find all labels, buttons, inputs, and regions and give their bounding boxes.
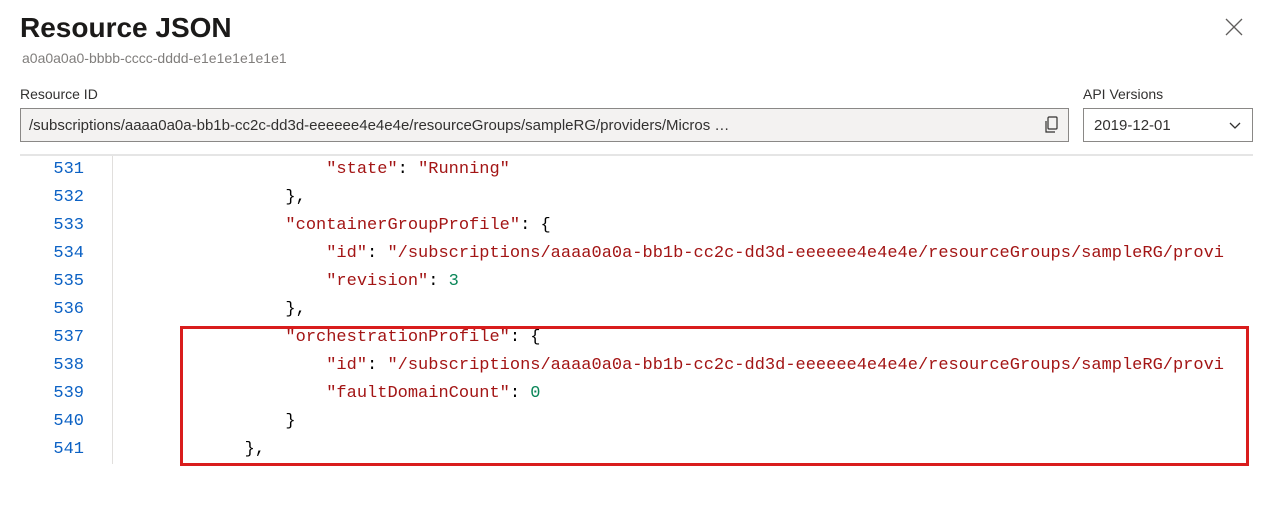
code-content: "state": "Running" xyxy=(113,156,1253,184)
code-line: 533 "containerGroupProfile": { xyxy=(20,212,1253,240)
resource-id-field[interactable]: /subscriptions/aaaa0a0a-bb1b-cc2c-dd3d-e… xyxy=(20,108,1069,142)
line-number: 532 xyxy=(20,184,112,212)
line-number: 540 xyxy=(20,408,112,436)
line-number: 531 xyxy=(20,156,112,184)
panel-title: Resource JSON xyxy=(20,12,232,44)
code-content: "id": "/subscriptions/aaaa0a0a-bb1b-cc2c… xyxy=(113,240,1253,268)
code-content: }, xyxy=(113,184,1253,212)
line-number: 541 xyxy=(20,436,112,464)
api-versions-select[interactable]: 2019-12-01 xyxy=(1083,108,1253,142)
code-line: 541 }, xyxy=(20,436,1253,464)
panel-subtitle: a0a0a0a0-bbbb-cccc-dddd-e1e1e1e1e1e1 xyxy=(22,50,1253,66)
code-line: 535 "revision": 3 xyxy=(20,268,1253,296)
api-version-selected: 2019-12-01 xyxy=(1094,117,1171,134)
line-number: 537 xyxy=(20,324,112,352)
code-content: "id": "/subscriptions/aaaa0a0a-bb1b-cc2c… xyxy=(113,352,1253,380)
line-number: 539 xyxy=(20,380,112,408)
line-number: 534 xyxy=(20,240,112,268)
line-number: 533 xyxy=(20,212,112,240)
code-content: "containerGroupProfile": { xyxy=(113,212,1253,240)
code-content: "orchestrationProfile": { xyxy=(113,324,1253,352)
api-versions-label: API Versions xyxy=(1083,86,1253,102)
line-number: 535 xyxy=(20,268,112,296)
resource-id-label: Resource ID xyxy=(20,86,1069,102)
code-line: 534 "id": "/subscriptions/aaaa0a0a-bb1b-… xyxy=(20,240,1253,268)
code-line: 539 "faultDomainCount": 0 xyxy=(20,380,1253,408)
close-icon xyxy=(1225,18,1243,36)
copy-button[interactable] xyxy=(1044,116,1062,134)
copy-icon xyxy=(1044,116,1060,134)
code-line: 536 }, xyxy=(20,296,1253,324)
code-content: } xyxy=(113,408,1253,436)
code-content: }, xyxy=(113,436,1253,464)
code-editor[interactable]: 531 "state": "Running"532 },533 "contain… xyxy=(20,156,1253,464)
code-line: 531 "state": "Running" xyxy=(20,156,1253,184)
chevron-down-icon xyxy=(1228,118,1242,132)
code-content: }, xyxy=(113,296,1253,324)
code-line: 532 }, xyxy=(20,184,1253,212)
code-line: 538 "id": "/subscriptions/aaaa0a0a-bb1b-… xyxy=(20,352,1253,380)
code-content: "revision": 3 xyxy=(113,268,1253,296)
resource-id-value: /subscriptions/aaaa0a0a-bb1b-cc2c-dd3d-e… xyxy=(29,117,1040,134)
code-content: "faultDomainCount": 0 xyxy=(113,380,1253,408)
code-line: 540 } xyxy=(20,408,1253,436)
code-line: 537 "orchestrationProfile": { xyxy=(20,324,1253,352)
line-number: 538 xyxy=(20,352,112,380)
close-button[interactable] xyxy=(1215,12,1253,46)
line-number: 536 xyxy=(20,296,112,324)
